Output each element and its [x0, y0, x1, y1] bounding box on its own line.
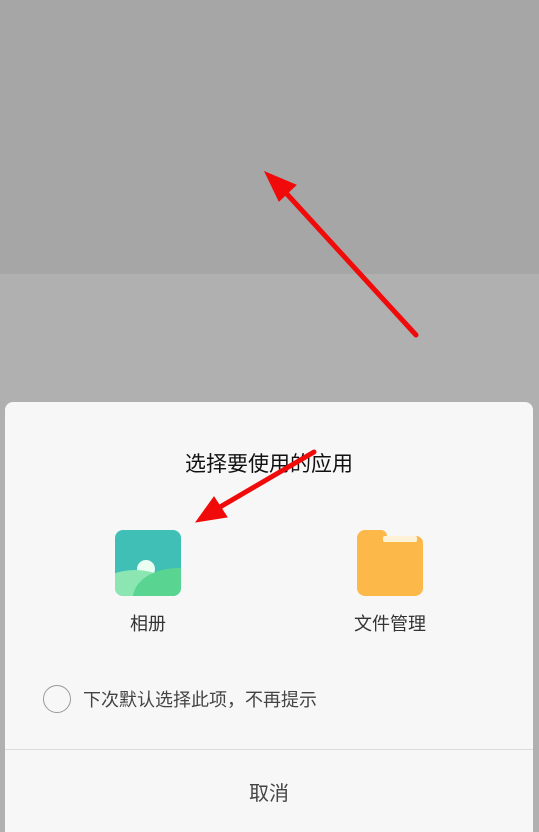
app-chooser-dialog: 选择要使用的应用 相册 文件管理 下次默认选择此项，不再提示 取消	[5, 402, 533, 832]
remember-choice-row[interactable]: 下次默认选择此项，不再提示	[43, 683, 317, 715]
folder-icon[interactable]	[357, 530, 423, 596]
app-option-file-manager[interactable]: 文件管理	[320, 530, 460, 636]
cancel-button[interactable]: 取消	[5, 750, 533, 832]
remember-choice-label: 下次默认选择此项，不再提示	[83, 690, 317, 711]
dialog-title: 选择要使用的应用	[185, 452, 353, 476]
scrim-top[interactable]	[0, 0, 539, 274]
remember-radio[interactable]	[43, 685, 71, 713]
gallery-icon[interactable]	[115, 530, 181, 596]
app-label-file-manager: 文件管理	[354, 614, 426, 635]
app-label-album: 相册	[130, 614, 166, 635]
app-option-album[interactable]: 相册	[78, 530, 218, 636]
